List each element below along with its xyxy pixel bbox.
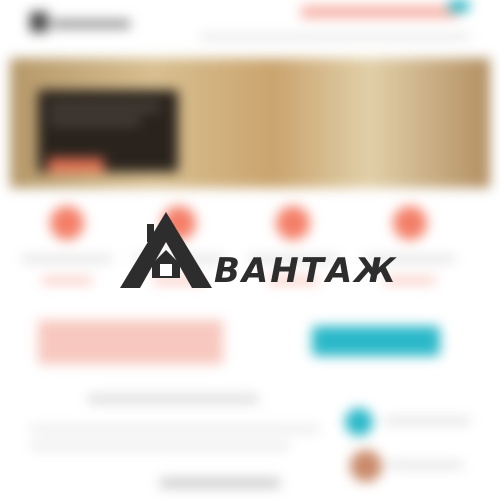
feature-icon [50, 206, 84, 240]
promo-text-block [38, 320, 223, 364]
header-logo-text [52, 20, 130, 28]
header-logo [30, 10, 130, 35]
section-text-line [30, 425, 320, 433]
footer-bar [160, 478, 280, 488]
hero-caption-line [50, 104, 160, 110]
header-nav-menu [200, 34, 470, 40]
feature-title [22, 256, 112, 262]
sidebar-avatar [350, 450, 382, 482]
brand-name-text: ВАНТАЖ [214, 251, 398, 291]
header-callback-button [448, 0, 470, 12]
section-title [88, 395, 258, 403]
section-text-line [30, 442, 290, 450]
header-logo-mark [30, 12, 48, 32]
sidebar-icon [345, 408, 373, 436]
header-contact-bar [300, 6, 460, 18]
sidebar-text-line [385, 418, 470, 424]
feature-item [12, 198, 122, 298]
feature-icon [393, 206, 427, 240]
site-header [0, 0, 500, 50]
hero-caption-line [50, 118, 140, 124]
promo-button [312, 326, 440, 356]
hero-cta-button [48, 158, 104, 172]
feature-link [42, 278, 92, 283]
sidebar-text-line [388, 462, 463, 468]
house-window [160, 264, 172, 276]
